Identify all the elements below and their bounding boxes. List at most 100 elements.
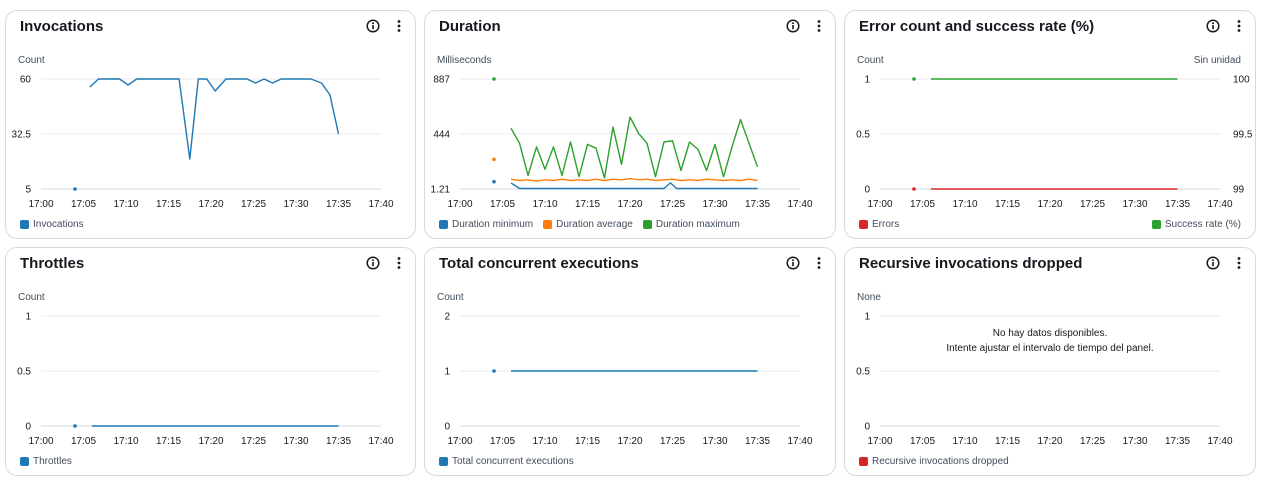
no-data-message: No hay datos disponibles. Intente ajustar…: [845, 326, 1255, 356]
legend-item-total-concurrent-executions[interactable]: Total concurrent executions: [439, 456, 574, 467]
x-tick-label: 17:05: [910, 199, 935, 210]
legend-label: Duration minimum: [452, 219, 534, 230]
y-tick-label: 1: [864, 75, 870, 86]
x-tick-label: 17:05: [71, 436, 96, 447]
y-tick-label: 0: [25, 422, 31, 433]
legend-label: Duration maximum: [655, 219, 740, 230]
x-tick-label: 17:05: [910, 436, 935, 447]
y-tick-label: 5: [25, 185, 31, 196]
throttles-point: [73, 424, 77, 428]
legend-label: Duration average: [556, 219, 633, 230]
x-tick-label: 17:20: [1037, 436, 1062, 447]
x-tick-label: 17:10: [532, 436, 557, 447]
legend-item-duration-average[interactable]: Duration average: [543, 219, 633, 230]
x-tick-label: 17:05: [71, 199, 96, 210]
x-tick-label: 17:00: [447, 199, 472, 210]
legend-item-success-rate[interactable]: Success rate (%): [1151, 219, 1241, 230]
total-concurrent-executions-point: [492, 369, 496, 373]
x-tick-label: 17:25: [241, 199, 266, 210]
chart-plot: 887 444 1.21 17:00 17:05 17:10 17:15 17:20 17:25…: [431, 75, 813, 211]
x-tick-label: 17:30: [702, 436, 727, 447]
legend-label: Throttles: [33, 456, 72, 467]
chart-plot: 1 0.5 0 17:00 17:05 17:10 17:15 17:20 17:25 17:30…: [17, 312, 394, 448]
y-tick-label-right: 99.5: [1233, 130, 1253, 141]
x-tick-label: 17:40: [1207, 436, 1232, 447]
y-tick-label: 0: [444, 422, 450, 433]
x-tick-label: 17:10: [952, 199, 977, 210]
x-tick-label: 17:05: [490, 436, 515, 447]
x-tick-label: 17:00: [447, 436, 472, 447]
legend-swatch: [439, 220, 448, 229]
chart-plot: 1 0.5 0 17:00 17:05 17:10 17:15 17:20 17:25 17:30…: [856, 312, 1233, 448]
x-tick-label: 17:15: [995, 436, 1020, 447]
duration-panel: Duration Milliseconds 887 444 1.21 17:00 17:05…: [424, 10, 836, 239]
legend-item-duration-minimum[interactable]: Duration minimum: [439, 219, 533, 230]
x-tick-label: 17:10: [113, 199, 138, 210]
legend-item-throttles[interactable]: Throttles: [20, 456, 72, 467]
x-tick-label: 17:00: [28, 199, 53, 210]
concurrent-executions-panel: Total concurrent executions Count 2 1 0 17:00…: [424, 247, 836, 476]
duration-average-line: [510, 177, 758, 182]
x-tick-label: 17:00: [867, 199, 892, 210]
chart-legend: Duration minimum Duration average Duration…: [439, 219, 821, 230]
x-tick-label: 17:00: [28, 436, 53, 447]
legend-swatch: [20, 457, 29, 466]
chart-plot: 60 32.5 5 17:00 17:05 17:10 17:15 17:20 17:25 17:…: [12, 75, 394, 211]
legend-swatch: [1151, 220, 1161, 229]
y-tick-label: 444: [433, 130, 450, 141]
legend-swatch: [543, 220, 553, 229]
legend-item-recursive-invocations-dropped[interactable]: Recursive invocations dropped: [859, 456, 1009, 467]
duration-minimum-line: [510, 182, 758, 190]
x-tick-label: 17:20: [1037, 199, 1062, 210]
y-tick-label-right: 99: [1233, 185, 1245, 196]
legend-label: Recursive invocations dropped: [872, 456, 1009, 467]
x-tick-label: 17:30: [283, 199, 308, 210]
legend-item-invocations[interactable]: Invocations: [20, 219, 84, 230]
y-tick-label: 1: [25, 312, 31, 323]
chart-plot: 1 0.5 0 100 99.5 99 17:00 17:05 17:10 17:15 17:20 1…: [856, 75, 1253, 211]
error-success-panel: Error count and success rate (%) Count Sin…: [844, 10, 1256, 239]
y-tick-label: 1: [864, 312, 870, 323]
x-tick-label: 17:10: [952, 436, 977, 447]
legend-item-duration-maximum[interactable]: Duration maximum: [642, 219, 740, 230]
duration-maximum-point: [492, 77, 496, 81]
x-tick-label: 17:15: [156, 199, 181, 210]
no-data-line: No hay datos disponibles.: [992, 328, 1108, 339]
x-tick-label: 17:35: [745, 436, 770, 447]
x-tick-label: 17:20: [617, 436, 642, 447]
x-tick-label: 17:35: [745, 199, 770, 210]
x-tick-label: 17:30: [1122, 436, 1147, 447]
x-tick-label: 17:40: [787, 199, 812, 210]
legend-label: Errors: [872, 219, 900, 230]
x-tick-label: 17:25: [660, 199, 685, 210]
y-tick-label: 2: [444, 312, 450, 323]
x-tick-label: 17:25: [241, 436, 266, 447]
x-tick-label: 17:40: [1207, 199, 1232, 210]
x-tick-label: 17:20: [198, 199, 223, 210]
y-tick-label: 32.5: [12, 130, 32, 141]
x-tick-label: 17:35: [1165, 436, 1190, 447]
x-tick-label: 17:05: [490, 199, 515, 210]
x-tick-label: 17:40: [368, 436, 393, 447]
x-tick-label: 17:30: [1122, 199, 1147, 210]
x-tick-label: 17:15: [156, 436, 181, 447]
legend-swatch: [642, 220, 652, 229]
legend-swatch: [20, 220, 29, 229]
x-tick-label: 17:35: [1165, 199, 1190, 210]
x-tick-label: 17:40: [787, 436, 812, 447]
errors-point: [912, 187, 916, 191]
throttles-panel: Throttles Count 1 0.5 0 17:00 17:05 17:10 17:15 1…: [5, 247, 416, 476]
y-tick-label-right: 100: [1233, 75, 1250, 86]
legend-swatch: [859, 220, 868, 229]
legend-swatch: [439, 457, 448, 466]
invocations-point: [73, 187, 77, 191]
y-tick-label: 1: [444, 367, 450, 378]
x-tick-label: 17:15: [995, 199, 1020, 210]
x-tick-label: 17:15: [575, 436, 600, 447]
x-tick-label: 17:15: [575, 199, 600, 210]
duration-maximum-line: [510, 116, 759, 179]
legend-item-errors[interactable]: Errors: [859, 219, 899, 230]
x-tick-label: 17:35: [326, 199, 351, 210]
chart-legend: Invocations: [20, 219, 401, 230]
success-rate-point: [912, 77, 916, 81]
